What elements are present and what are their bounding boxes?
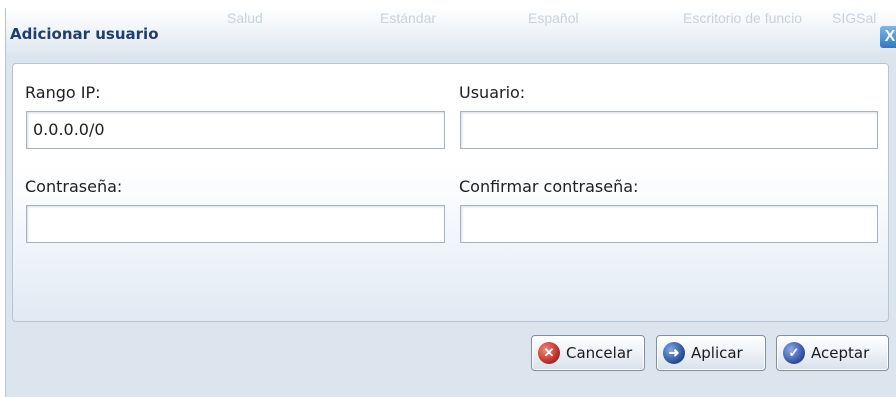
- checkmark-icon: ✓: [783, 342, 805, 364]
- close-button[interactable]: X: [880, 26, 896, 48]
- background-tab: Escritorio de funcio: [683, 10, 803, 26]
- accept-button-label: Aceptar: [811, 344, 870, 362]
- dialog-title: Adicionar usuario: [10, 25, 159, 43]
- background-tab: SIGSal: [832, 10, 877, 26]
- password-input[interactable]: [26, 205, 445, 243]
- apply-button-label: Aplicar: [691, 344, 743, 362]
- background-tab: Salud: [227, 10, 263, 26]
- cancel-button-label: Cancelar: [566, 344, 633, 362]
- ip-range-label: Rango IP:: [25, 83, 101, 102]
- background-tab: Español: [528, 10, 579, 26]
- dialog-titlebar[interactable]: Salud Estándar Español Escritorio de fun…: [6, 8, 896, 54]
- apply-arrow-icon: ➜: [663, 342, 685, 364]
- form-panel: Rango IP: 0.0.0.0/0 Usuario: Contraseña:…: [12, 63, 889, 322]
- cancel-icon: ✕: [538, 342, 560, 364]
- close-icon: X: [884, 28, 896, 45]
- ip-range-input[interactable]: 0.0.0.0/0: [26, 111, 445, 149]
- user-label: Usuario:: [459, 83, 526, 102]
- apply-button[interactable]: ➜ Aplicar: [656, 335, 766, 371]
- background-tab: Estándar: [380, 10, 437, 26]
- password-label: Contraseña:: [25, 177, 123, 196]
- user-input[interactable]: [460, 111, 878, 149]
- confirm-password-label: Confirmar contraseña:: [459, 177, 639, 196]
- cancel-button[interactable]: ✕ Cancelar: [531, 335, 645, 371]
- confirm-password-input[interactable]: [460, 205, 878, 243]
- accept-button[interactable]: ✓ Aceptar: [776, 335, 889, 371]
